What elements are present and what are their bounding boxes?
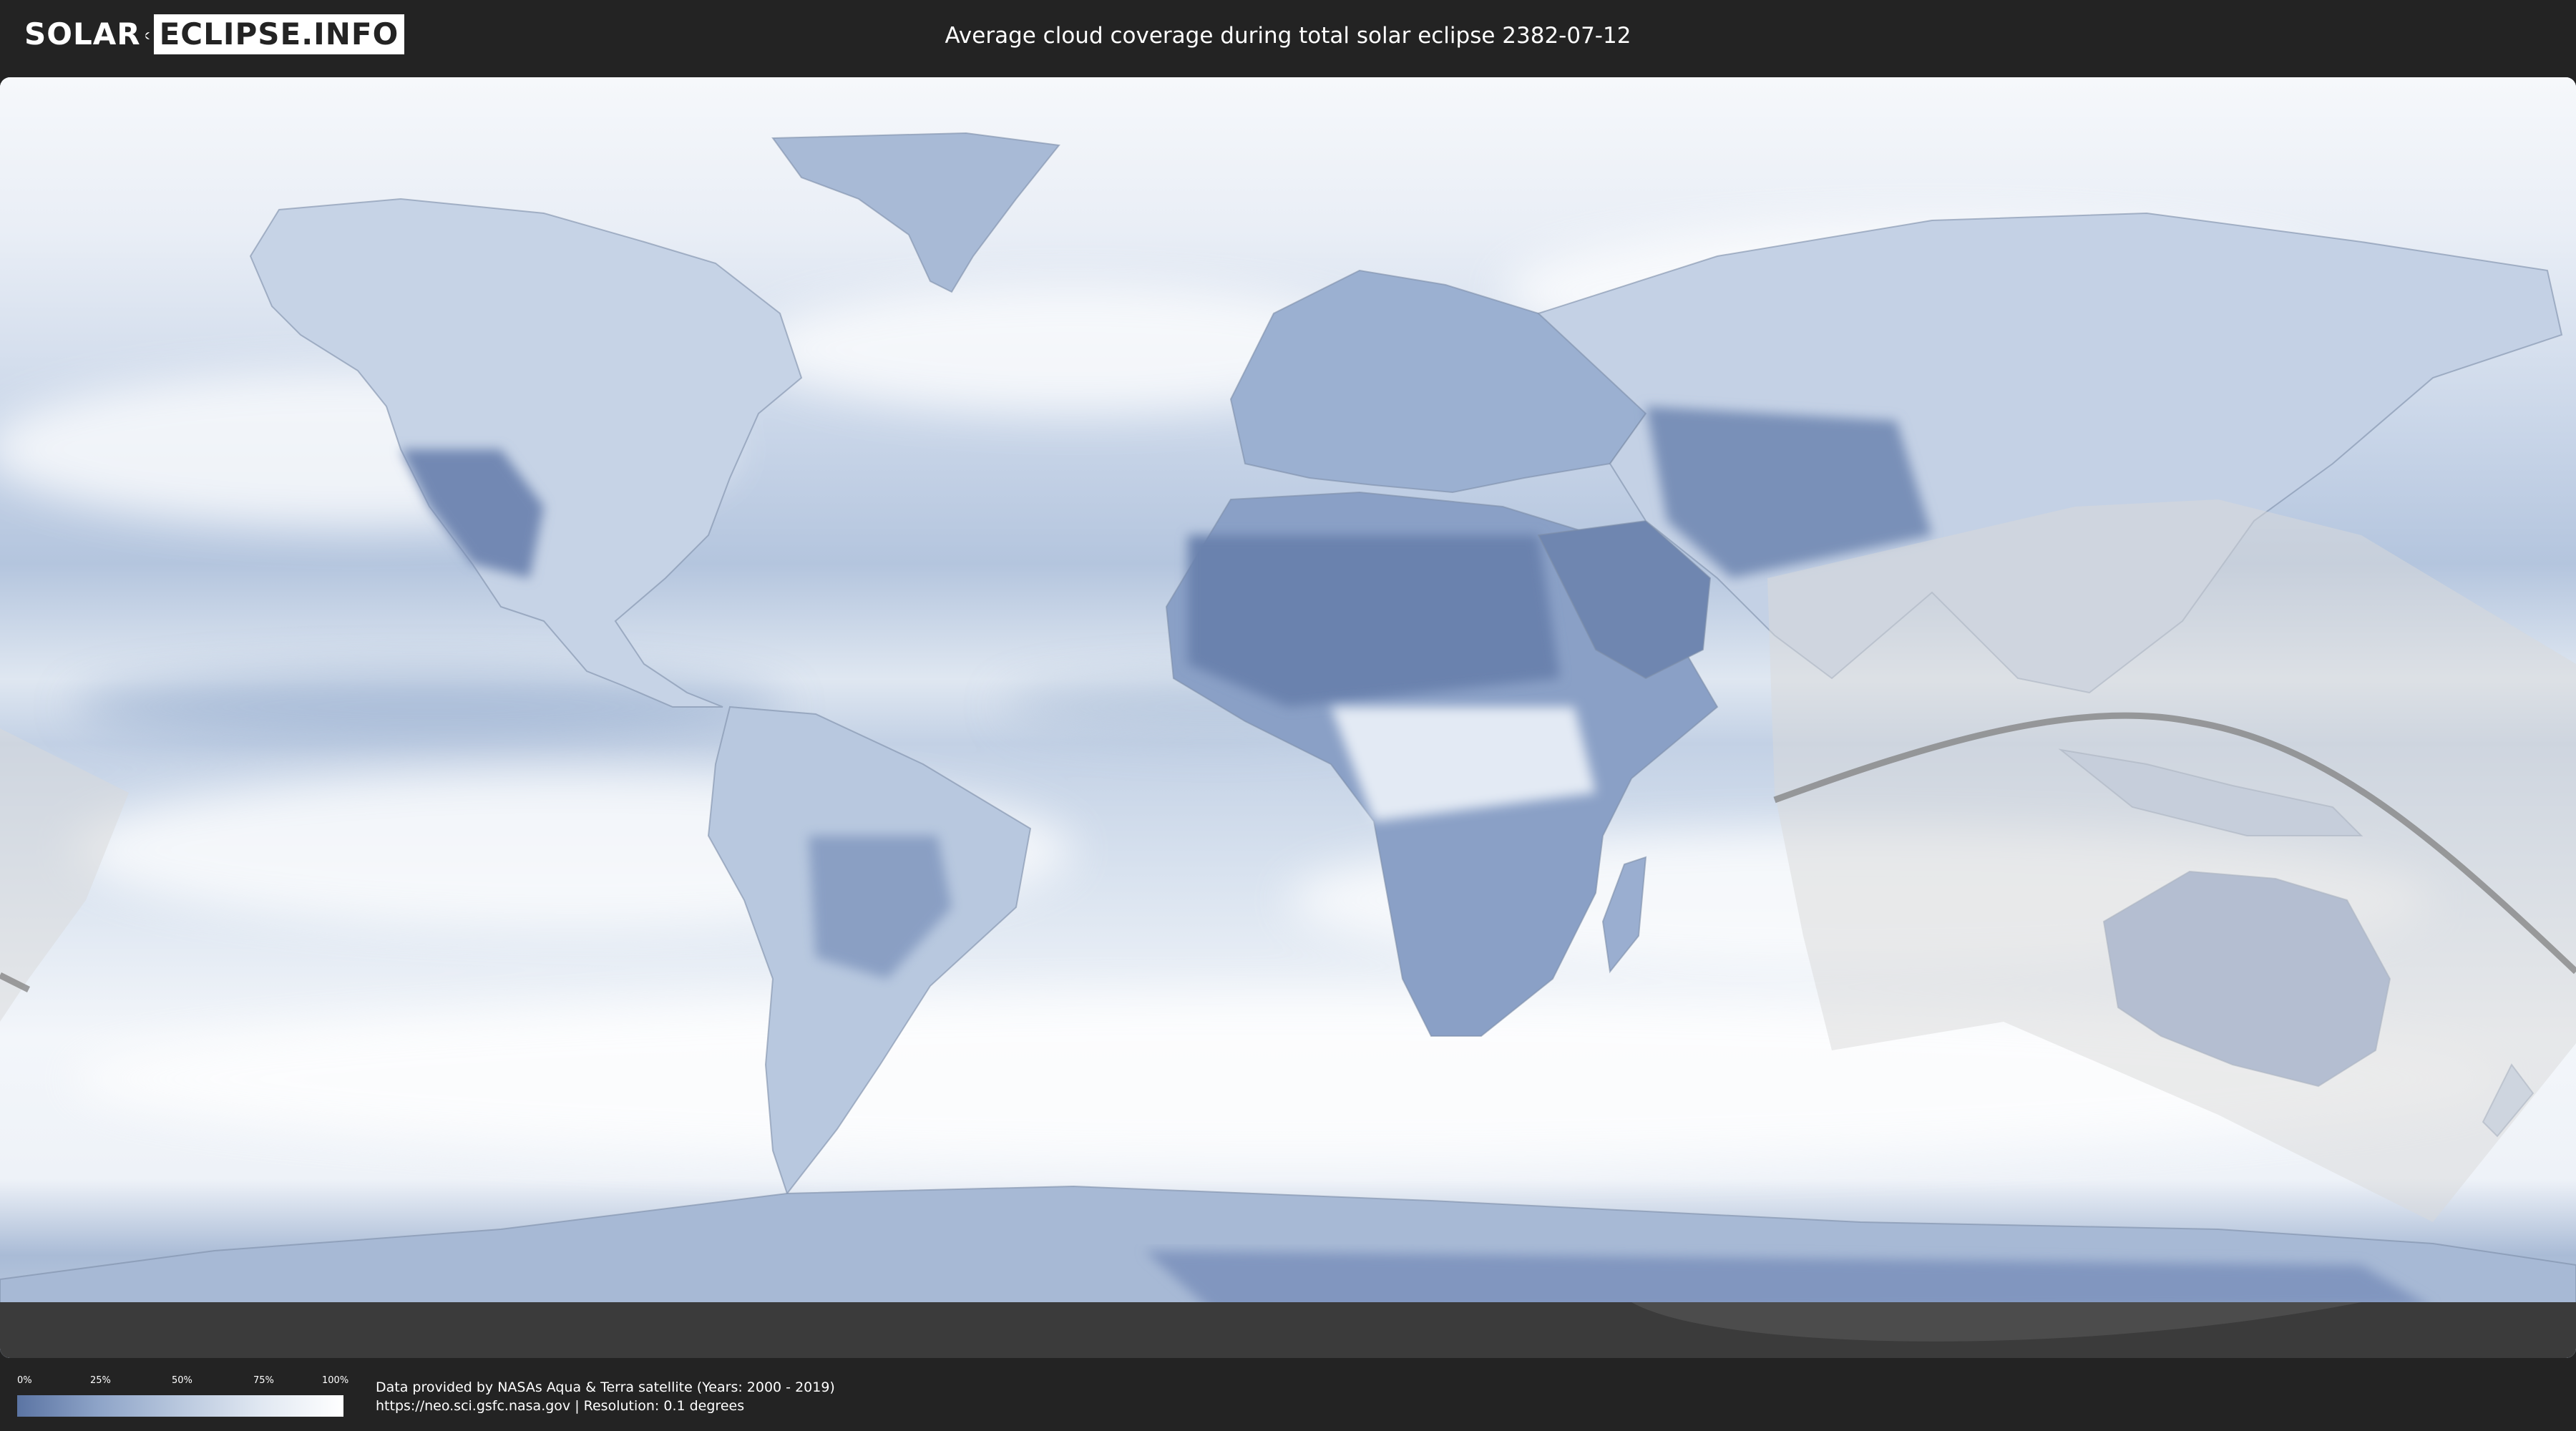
sahara-dry-region — [1188, 535, 1560, 707]
data-credits: Data provided by NASAs Aqua & Terra sate… — [376, 1378, 835, 1415]
legend-tick-75: 75% — [253, 1375, 274, 1386]
credits-line-1: Data provided by NASAs Aqua & Terra sate… — [376, 1379, 835, 1395]
page-title: Average cloud coverage during total sola… — [945, 23, 1631, 49]
legend-ticks: 0% 25% 50% 75% 100% — [17, 1375, 348, 1390]
top-bar: SOLAR ECLIPSE.INFO Average cloud coverag… — [0, 0, 2576, 72]
legend-tick-100: 100% — [322, 1375, 349, 1386]
world-map-canvas — [0, 77, 2576, 1358]
legend-tick-0: 0% — [17, 1375, 32, 1386]
legend-tick-50: 50% — [172, 1375, 192, 1386]
cloud-coverage-legend: 0% 25% 50% 75% 100% — [17, 1375, 348, 1417]
cloud-coverage-map[interactable] — [0, 77, 2576, 1358]
credits-line-2: https://neo.sci.gsfc.nasa.gov | Resoluti… — [376, 1398, 745, 1414]
legend-color-bar — [17, 1395, 343, 1417]
legend-tick-25: 25% — [90, 1375, 111, 1386]
